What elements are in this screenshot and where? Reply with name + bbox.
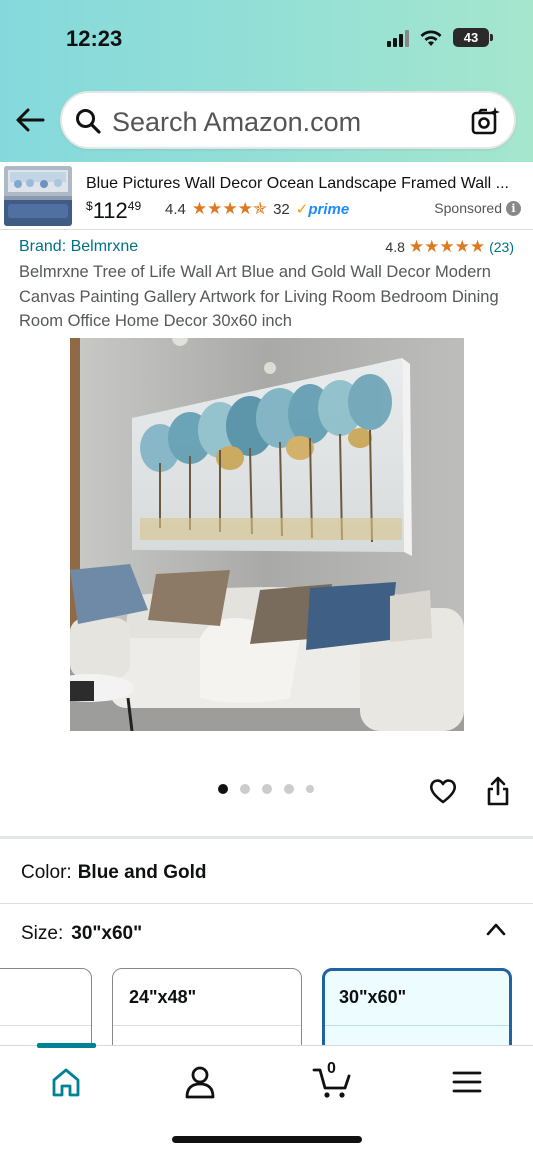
rating-value: 4.8 xyxy=(385,239,405,255)
account-icon[interactable] xyxy=(180,1064,220,1100)
rating-value: 4.4 xyxy=(165,200,186,218)
prime-badge: ✓prime xyxy=(295,201,350,218)
camera-search-icon[interactable] xyxy=(470,105,502,137)
cart-button[interactable]: 0 xyxy=(312,1060,352,1100)
search-input[interactable]: Search Amazon.com xyxy=(112,107,361,138)
sponsored-ad-price: $11249 xyxy=(86,198,142,223)
status-icons: 43 xyxy=(387,28,493,47)
product-image[interactable] xyxy=(70,338,464,731)
product-title: Belmrxne Tree of Life Wall Art Blue and … xyxy=(19,263,499,330)
search-bar[interactable]: Search Amazon.com xyxy=(60,91,516,149)
brand-link[interactable]: Brand: Belmrxne xyxy=(19,238,138,256)
wifi-icon xyxy=(420,30,442,46)
sponsored-ad-thumbnail[interactable] xyxy=(4,166,72,226)
back-arrow-icon[interactable] xyxy=(14,106,46,134)
selected-color: Blue and Gold xyxy=(77,862,207,883)
header: 12:23 43 Search Amazon.com xyxy=(0,0,533,162)
carousel-dot[interactable] xyxy=(240,784,250,794)
chevron-up-icon[interactable] xyxy=(485,920,507,938)
battery-icon: 43 xyxy=(453,28,493,47)
star-rating-icon: ★★★★★ xyxy=(408,237,486,256)
product-rating[interactable]: 4.8 ★★★★★ (23) xyxy=(385,237,514,257)
sponsored-ad[interactable]: Blue Pictures Wall Decor Ocean Landscape… xyxy=(0,162,533,230)
review-count: 32 xyxy=(273,200,290,218)
size-selector[interactable]: Size: 30"x60" xyxy=(21,923,142,945)
cellular-signal-icon xyxy=(387,29,409,47)
sponsored-ad-rating[interactable]: 4.4 ★★★★✯ 32 ✓prime xyxy=(165,199,349,219)
section-divider xyxy=(0,903,533,904)
heart-icon[interactable] xyxy=(428,776,458,806)
menu-icon[interactable] xyxy=(447,1064,487,1100)
selected-size: 30"x60" xyxy=(71,923,143,944)
star-rating-icon: ★★★★✯ xyxy=(191,199,268,218)
carousel-dot[interactable] xyxy=(306,785,314,793)
carousel-dot[interactable] xyxy=(262,784,272,794)
info-icon[interactable]: i xyxy=(506,200,521,216)
home-icon[interactable] xyxy=(46,1064,86,1100)
image-carousel-dots[interactable] xyxy=(218,784,314,794)
sponsored-ad-title[interactable]: Blue Pictures Wall Decor Ocean Landscape… xyxy=(86,175,520,193)
prime-check-icon: ✓ xyxy=(295,201,309,218)
cart-count: 0 xyxy=(327,1060,336,1077)
search-icon xyxy=(76,109,101,134)
share-icon[interactable] xyxy=(484,775,512,807)
nav-active-indicator xyxy=(37,1043,96,1048)
section-divider xyxy=(0,836,533,839)
carousel-dot[interactable] xyxy=(218,784,228,794)
status-time: 12:23 xyxy=(66,26,123,51)
color-selector: Color: Blue and Gold xyxy=(21,862,207,883)
home-indicator xyxy=(172,1136,362,1143)
carousel-dot[interactable] xyxy=(284,784,294,794)
review-count[interactable]: (23) xyxy=(489,239,514,255)
sponsored-label[interactable]: Sponsored i xyxy=(434,200,521,216)
